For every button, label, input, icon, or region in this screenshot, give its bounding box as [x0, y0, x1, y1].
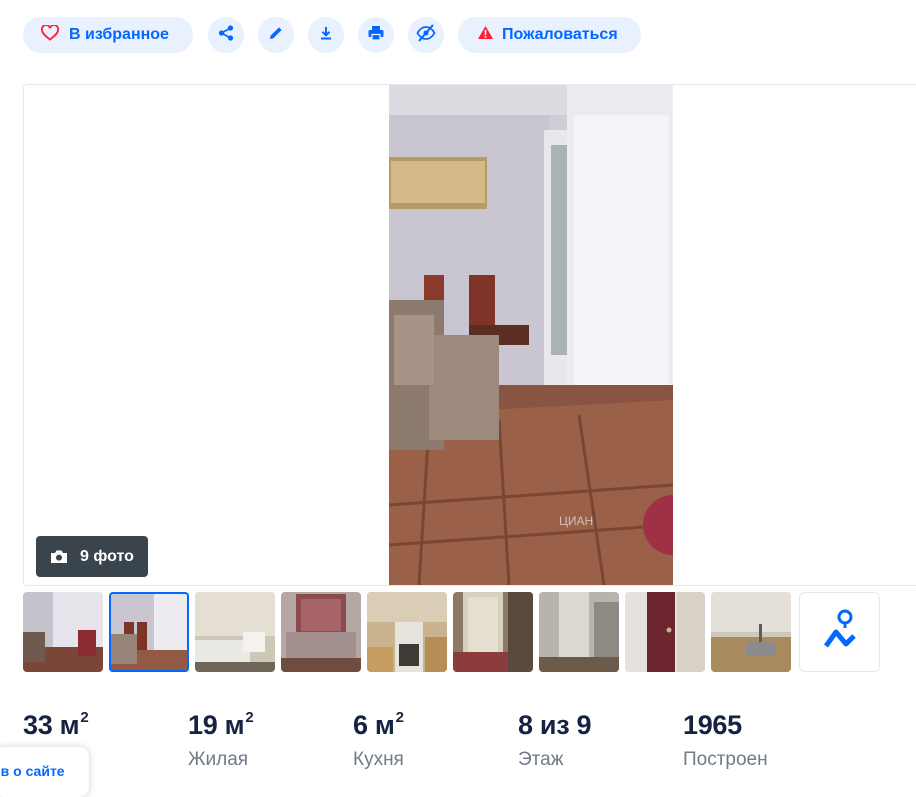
- photo-count-label: 9 фото: [80, 547, 134, 565]
- hide-icon: [416, 23, 436, 47]
- watermark: ЦИАН: [559, 514, 593, 528]
- site-feedback-button[interactable]: Отзыв о сайте: [0, 747, 89, 797]
- fact-total-area: 33 м2: [23, 709, 89, 749]
- fact-value: 6 м2: [353, 709, 404, 740]
- edit-note-button[interactable]: [258, 17, 294, 53]
- thumbnail-2[interactable]: [109, 592, 189, 672]
- map-button[interactable]: [799, 592, 880, 672]
- download-icon: [318, 25, 334, 46]
- fact-label: Кухня: [353, 749, 404, 770]
- thumbnail-3[interactable]: [195, 592, 275, 672]
- hide-listing-button[interactable]: [408, 17, 444, 53]
- main-photo[interactable]: ЦИАН: [389, 85, 673, 585]
- thumbnail-strip: [23, 592, 883, 672]
- fact-value: 33 м2: [23, 709, 89, 740]
- thumbnail-4[interactable]: [281, 592, 361, 672]
- feedback-label: Отзыв о сайте: [0, 763, 65, 779]
- fact-label: Построен: [683, 749, 768, 770]
- fact-label: Этаж: [518, 749, 564, 770]
- map-pin-icon: [823, 608, 857, 657]
- warning-icon: [477, 25, 494, 45]
- fact-value: 1965: [683, 710, 742, 740]
- fact-floor: 8 из 9 Этаж: [518, 709, 592, 771]
- share-button[interactable]: [208, 17, 244, 53]
- fact-label: Жилая: [188, 749, 249, 770]
- fact-year-built: 1965 Построен: [683, 709, 768, 771]
- print-icon: [367, 25, 385, 46]
- fact-value: 19 м2: [188, 709, 254, 740]
- key-facts: 33 м2 19 м2 Жилая 6 м2 Кухня 8 из 9 Этаж…: [23, 709, 903, 779]
- add-to-favorites-button[interactable]: В избранное: [23, 17, 193, 53]
- pencil-icon: [268, 25, 284, 46]
- print-button[interactable]: [358, 17, 394, 53]
- heart-icon: [41, 23, 59, 46]
- fact-living-area: 19 м2 Жилая: [188, 709, 254, 771]
- photo-counter[interactable]: 9 фото: [36, 536, 148, 577]
- report-label: Пожаловаться: [502, 26, 618, 43]
- thumbnail-6[interactable]: [453, 592, 533, 672]
- fact-value: 8 из 9: [518, 710, 592, 740]
- favorites-label: В избранное: [69, 26, 169, 43]
- fact-kitchen-area: 6 м2 Кухня: [353, 709, 404, 771]
- thumbnail-5[interactable]: [367, 592, 447, 672]
- share-icon: [217, 24, 235, 47]
- thumbnail-9[interactable]: [711, 592, 791, 672]
- thumbnail-8[interactable]: [625, 592, 705, 672]
- camera-icon: [50, 549, 70, 565]
- report-button[interactable]: Пожаловаться: [458, 17, 641, 53]
- thumbnail-7[interactable]: [539, 592, 619, 672]
- photo-gallery: ЦИАН 9 фото: [23, 84, 916, 586]
- download-button[interactable]: [308, 17, 344, 53]
- thumbnail-1[interactable]: [23, 592, 103, 672]
